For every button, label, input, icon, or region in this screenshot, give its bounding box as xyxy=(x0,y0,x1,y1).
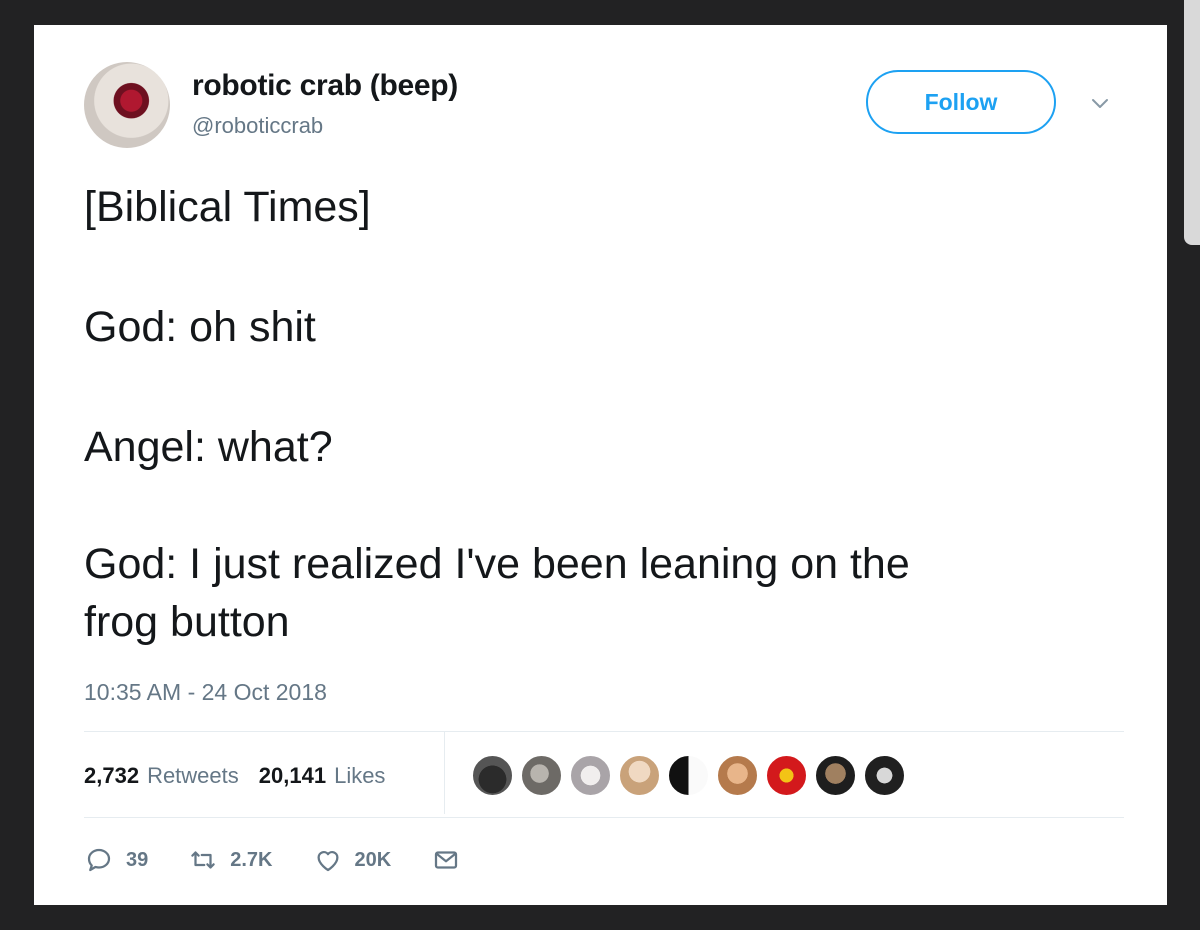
tweet-card: robotic crab (beep) @roboticcrab Follow … xyxy=(34,25,1167,905)
direct-message-icon xyxy=(435,851,458,869)
tweet-text-line: [Biblical Times] xyxy=(84,183,371,231)
tweet-text-line: God: oh shit xyxy=(84,303,316,351)
like-count: 20K xyxy=(354,848,392,871)
liker-avatar[interactable] xyxy=(716,753,759,797)
reply-icon xyxy=(87,848,111,872)
tweet-text-line: God: I just realized I've been leaning o… xyxy=(84,540,910,588)
display-name[interactable]: robotic crab (beep) xyxy=(192,69,458,103)
like-button[interactable]: 20K xyxy=(313,845,392,875)
divider xyxy=(84,817,1124,818)
retweet-icon xyxy=(191,851,215,869)
tweet-stats: 2,732 Retweets 20,141 Likes xyxy=(84,758,405,794)
tweet-text-line: frog button xyxy=(84,598,290,646)
retweets-label[interactable]: Retweets xyxy=(147,763,239,789)
likes-label[interactable]: Likes xyxy=(334,763,385,789)
liker-avatar[interactable] xyxy=(863,753,906,797)
retweet-count: 2.7K xyxy=(230,848,273,871)
reply-button[interactable]: 39 xyxy=(84,845,148,875)
divider xyxy=(84,731,1124,732)
user-handle[interactable]: @roboticcrab xyxy=(192,113,323,139)
liker-avatar[interactable] xyxy=(618,753,661,797)
liker-avatar[interactable] xyxy=(471,753,514,797)
chevron-down-icon[interactable] xyxy=(1088,91,1112,115)
scrollbar[interactable] xyxy=(1184,0,1200,245)
liker-avatar[interactable] xyxy=(667,753,710,797)
liker-avatar[interactable] xyxy=(765,753,808,797)
direct-message-button[interactable] xyxy=(431,845,461,875)
retweets-count[interactable]: 2,732 xyxy=(84,763,139,789)
liker-avatar[interactable] xyxy=(520,753,563,797)
tweet-timestamp[interactable]: 10:35 AM - 24 Oct 2018 xyxy=(84,679,327,706)
stats-separator xyxy=(444,732,445,814)
follow-button[interactable]: Follow xyxy=(866,70,1056,134)
tweet-text-line: Angel: what? xyxy=(84,423,333,471)
liker-avatar[interactable] xyxy=(569,753,612,797)
retweet-button[interactable]: 2.7K xyxy=(188,845,273,875)
liker-avatars xyxy=(471,753,906,797)
heart-icon xyxy=(317,851,338,872)
tweet-actions: 39 2.7K 20K xyxy=(84,840,501,880)
liker-avatar[interactable] xyxy=(814,753,857,797)
likes-count[interactable]: 20,141 xyxy=(259,763,326,789)
avatar[interactable] xyxy=(84,62,170,148)
reply-count: 39 xyxy=(126,848,149,871)
